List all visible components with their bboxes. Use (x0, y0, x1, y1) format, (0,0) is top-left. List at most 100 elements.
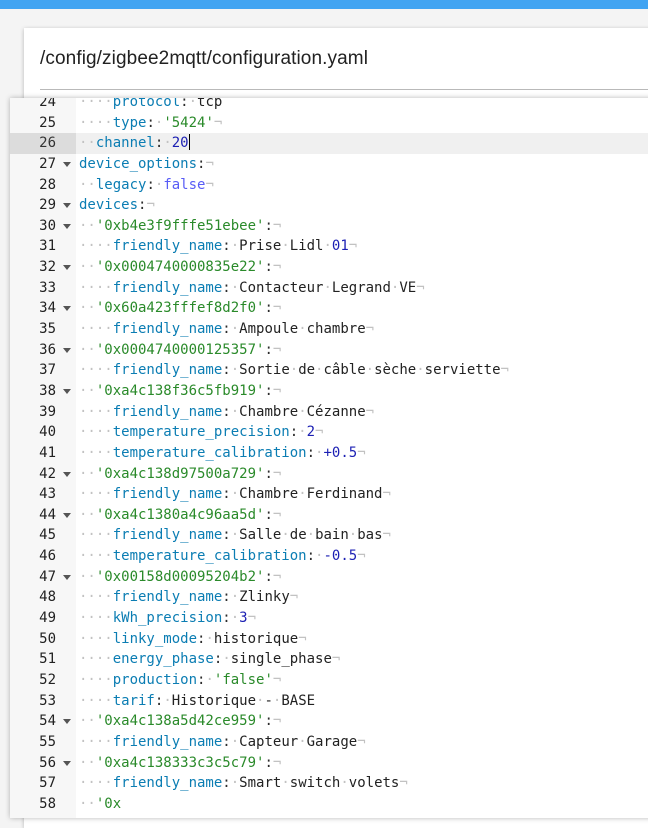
fold-toggle-icon[interactable] (63, 471, 71, 477)
fold-toggle-icon[interactable] (63, 574, 71, 580)
code-token: : (222, 362, 231, 379)
line-content[interactable]: ····friendly_name:·Chambre·Cézanne¬ (76, 402, 648, 423)
line-content[interactable]: ··'0xa4c138d97500a729':¬ (76, 464, 648, 485)
code-line[interactable]: 28 ··legacy:·false¬ (10, 175, 648, 196)
code-line[interactable]: 58 ··'0x (10, 794, 648, 815)
line-content[interactable]: ····friendly_name:·Chambre·Ferdinand¬ (76, 484, 648, 505)
code-line[interactable]: 48 ····friendly_name:·Zlinky¬ (10, 587, 648, 608)
code-token: friendly_name (112, 238, 223, 255)
line-content[interactable]: ··'0xa4c138333c3c5c79':¬ (76, 753, 648, 774)
line-content[interactable]: ····temperature_precision:·2¬ (76, 422, 648, 443)
fold-toggle-icon[interactable] (63, 512, 71, 518)
code-line[interactable]: 35 ····friendly_name:·Ampoule·chambre¬ (10, 319, 648, 340)
fold-toggle-icon[interactable] (63, 347, 71, 353)
line-content[interactable]: ··'0xb4e3f9fffe51ebee':¬ (76, 216, 648, 237)
code-line[interactable]: 26 ··channel:·20 (10, 133, 648, 154)
fold-toggle-icon[interactable] (63, 760, 71, 766)
line-content[interactable]: ····energy_phase:·single_phase¬ (76, 649, 648, 670)
line-content[interactable]: ··'0x0004740000835e22':¬ (76, 257, 648, 278)
code-line[interactable]: 55 ····friendly_name:·Capteur·Garage¬ (10, 732, 648, 753)
code-line[interactable]: 37 ····friendly_name:·Sortie·de·câble·sèc… (10, 360, 648, 381)
line-content[interactable]: ····friendly_name:·Contacteur·Legrand·VE… (76, 278, 648, 299)
line-content[interactable]: ····linky_mode:·historique¬ (76, 629, 648, 650)
code-line[interactable]: 56 ··'0xa4c138333c3c5c79':¬ (10, 753, 648, 774)
code-line[interactable]: 39 ····friendly_name:·Chambre·Cézanne¬ (10, 402, 648, 423)
code-line[interactable]: 40 ····temperature_precision:·2¬ (10, 422, 648, 443)
line-content[interactable]: ··'0x60a423fffef8d2f0':¬ (76, 298, 648, 319)
code-line[interactable]: 27 device_options:¬ (10, 154, 648, 175)
code-line[interactable]: 42 ··'0xa4c138d97500a729':¬ (10, 464, 648, 485)
line-content[interactable]: ··'0x (76, 794, 648, 815)
gutter-cell: 48 (10, 587, 76, 608)
line-content[interactable]: device_options:¬ (76, 154, 648, 175)
gutter-cell: 34 (10, 298, 76, 319)
code-line[interactable]: 57 ····friendly_name:·Smart·switch·volets… (10, 773, 648, 794)
line-content[interactable]: ····friendly_name:·Capteur·Garage¬ (76, 732, 648, 753)
code-line[interactable]: 54 ··'0xa4c138a5d42ce959':¬ (10, 711, 648, 732)
line-content[interactable]: ··'0x0004740000125357':¬ (76, 340, 648, 361)
line-content[interactable]: ····tarif:·Historique·-·BASE (76, 691, 648, 712)
code-line[interactable]: 30 ··'0xb4e3f9fffe51ebee':¬ (10, 216, 648, 237)
line-content[interactable]: ··'0xa4c1380a4c96aa5d':¬ (76, 505, 648, 526)
code-token: friendly_name (112, 775, 223, 792)
line-content[interactable]: ····kWh_precision:·3¬ (76, 608, 648, 629)
line-content[interactable]: ····production:·'false'¬ (76, 670, 648, 691)
fold-toggle-icon[interactable] (63, 265, 71, 271)
line-content[interactable]: ····friendly_name:·Ampoule·chambre¬ (76, 319, 648, 340)
line-content[interactable]: ··'0xa4c138f36c5fb919':¬ (76, 381, 648, 402)
whitespace-marker: ¬ (399, 775, 408, 792)
line-content[interactable]: ····friendly_name:·Sortie·de·câble·sèche… (76, 360, 648, 381)
fold-toggle-icon[interactable] (63, 388, 71, 394)
code-line[interactable]: 29 devices:¬ (10, 195, 648, 216)
code-token: bas (357, 527, 383, 544)
code-token: friendly_name (112, 362, 223, 379)
code-line[interactable]: 32 ··'0x0004740000835e22':¬ (10, 257, 648, 278)
line-content[interactable]: ····temperature_calibration:·-0.5¬ (76, 546, 648, 567)
code-line[interactable]: 47 ··'0x00158d00095204b2':¬ (10, 567, 648, 588)
line-content[interactable]: ····protocol:·tcp (76, 98, 648, 113)
gutter-cell: 37 (10, 360, 76, 381)
line-content[interactable]: ····friendly_name:·Salle·de·bain·bas¬ (76, 525, 648, 546)
code-editor[interactable]: 24 ····protocol:·tcp 25 ····type:·'5424'¬ 26… (10, 98, 648, 818)
code-line[interactable]: 33 ····friendly_name:·Contacteur·Legrand·… (10, 278, 648, 299)
code-line[interactable]: 45 ····friendly_name:·Salle·de·bain·bas¬ (10, 525, 648, 546)
fold-toggle-icon[interactable] (63, 306, 71, 312)
fold-toggle-icon[interactable] (63, 719, 71, 725)
whitespace-marker: ¬ (382, 486, 391, 503)
code-line[interactable]: 51 ····energy_phase:·single_phase¬ (10, 649, 648, 670)
code-line[interactable]: 43 ····friendly_name:·Chambre·Ferdinand¬ (10, 484, 648, 505)
code-line[interactable]: 25 ····type:·'5424'¬ (10, 113, 648, 134)
line-content[interactable]: ··legacy:·false¬ (76, 175, 648, 196)
code-line[interactable]: 44 ··'0xa4c1380a4c96aa5d':¬ (10, 505, 648, 526)
whitespace-marker: ¬ (357, 444, 366, 461)
fold-toggle-icon[interactable] (63, 223, 71, 229)
line-content[interactable]: ··'0xa4c138a5d42ce959':¬ (76, 711, 648, 732)
code-line[interactable]: 46 ····temperature_calibration:·-0.5¬ (10, 546, 648, 567)
line-content[interactable]: ····friendly_name:·Zlinky¬ (76, 587, 648, 608)
line-content[interactable]: ····temperature_calibration:·+0.5¬ (76, 443, 648, 464)
gutter-cell: 31 (10, 236, 76, 257)
line-content[interactable]: ··'0x00158d00095204b2':¬ (76, 567, 648, 588)
code-line[interactable]: 36 ··'0x0004740000125357':¬ (10, 340, 648, 361)
line-content[interactable]: devices:¬ (76, 195, 648, 216)
code-line[interactable]: 52 ····production:·'false'¬ (10, 670, 648, 691)
code-line[interactable]: 53 ····tarif:·Historique·-·BASE (10, 691, 648, 712)
code-token: switch (289, 775, 341, 792)
code-line[interactable]: 24 ····protocol:·tcp (10, 98, 648, 113)
code-token: volets (348, 775, 400, 792)
code-lines[interactable]: 24 ····protocol:·tcp 25 ····type:·'5424'¬ 26… (10, 98, 648, 814)
line-content[interactable]: ····type:·'5424'¬ (76, 113, 648, 134)
line-content[interactable]: ····friendly_name:·Prise·Lidl·01¬ (76, 236, 648, 257)
code-line[interactable]: 50 ····linky_mode:·historique¬ (10, 629, 648, 650)
line-content[interactable]: ··channel:·20 (76, 133, 648, 154)
line-content[interactable]: ····friendly_name:·Smart·switch·volets¬ (76, 773, 648, 794)
fold-toggle-icon[interactable] (63, 203, 71, 209)
code-line[interactable]: 41 ····temperature_calibration:·+0.5¬ (10, 443, 648, 464)
code-line[interactable]: 49 ····kWh_precision:·3¬ (10, 608, 648, 629)
whitespace-marker: ·· (79, 506, 96, 523)
code-line[interactable]: 38 ··'0xa4c138f36c5fb919':¬ (10, 381, 648, 402)
whitespace-marker: · (205, 630, 214, 647)
fold-toggle-icon[interactable] (63, 161, 71, 167)
code-line[interactable]: 31 ····friendly_name:·Prise·Lidl·01¬ (10, 236, 648, 257)
code-line[interactable]: 34 ··'0x60a423fffef8d2f0':¬ (10, 298, 648, 319)
